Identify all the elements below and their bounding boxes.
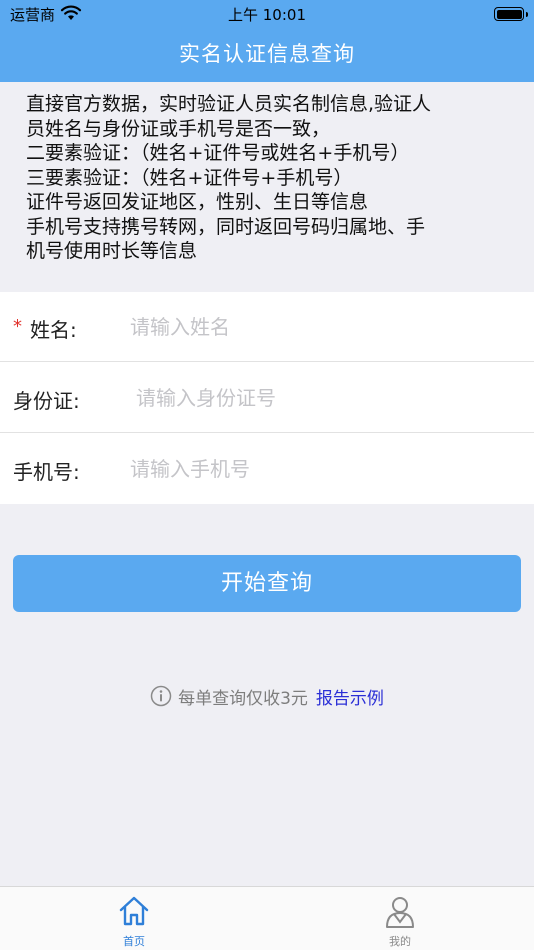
profile-icon: [384, 895, 416, 933]
info-icon: [150, 685, 172, 712]
intro-line: 二要素验证：（姓名+证件号或姓名+手机号）: [26, 142, 410, 164]
start-query-button[interactable]: 开始查询: [13, 555, 521, 612]
status-bar: 运营商 上午 10:01: [0, 0, 534, 30]
intro-line: 证件号返回发证地区，性别、生日等信息: [26, 191, 369, 213]
tab-bar: 首页 我的: [0, 886, 534, 950]
id-card-input[interactable]: [136, 378, 466, 418]
id-card-label: 身份证:: [13, 389, 80, 413]
battery-icon: [494, 7, 528, 21]
tab-home-label: 首页: [123, 935, 145, 948]
phone-label: 手机号:: [13, 460, 80, 484]
home-icon: [118, 895, 150, 931]
required-mark: *: [13, 316, 22, 337]
tab-mine-label: 我的: [389, 935, 411, 948]
price-text: 每单查询仅收3元: [178, 689, 308, 709]
page-title: 实名认证信息查询: [0, 30, 534, 82]
clock: 上午 10:01: [228, 6, 306, 24]
tab-mine[interactable]: 我的: [340, 887, 460, 950]
intro-line: 三要素验证：（姓名+证件号+手机号）: [26, 166, 353, 189]
intro-line: 手机号支持携号转网，同时返回号码归属地、手: [26, 215, 426, 238]
query-form: * 姓名: 身份证: 手机号:: [0, 292, 534, 504]
name-row: * 姓名:: [0, 292, 534, 362]
intro-line: 机号使用时长等信息: [26, 240, 198, 262]
intro-line: 直接官方数据，实时验证人员实名制信息,验证人: [26, 93, 432, 115]
price-note: 每单查询仅收3元 报告示例: [0, 684, 534, 712]
name-label: 姓名:: [30, 318, 77, 342]
phone-input[interactable]: [130, 449, 460, 489]
intro-line: 员姓名与身份证或手机号是否一致，: [26, 117, 331, 140]
phone-row: 手机号:: [0, 434, 534, 504]
intro-description: 直接官方数据，实时验证人员实名制信息,验证人 员姓名与身份证或手机号是否一致， …: [0, 82, 534, 292]
tab-home[interactable]: 首页: [74, 887, 194, 950]
id-card-row: 身份证:: [0, 363, 534, 433]
report-example-link[interactable]: 报告示例: [316, 689, 384, 709]
name-input[interactable]: [130, 307, 460, 347]
